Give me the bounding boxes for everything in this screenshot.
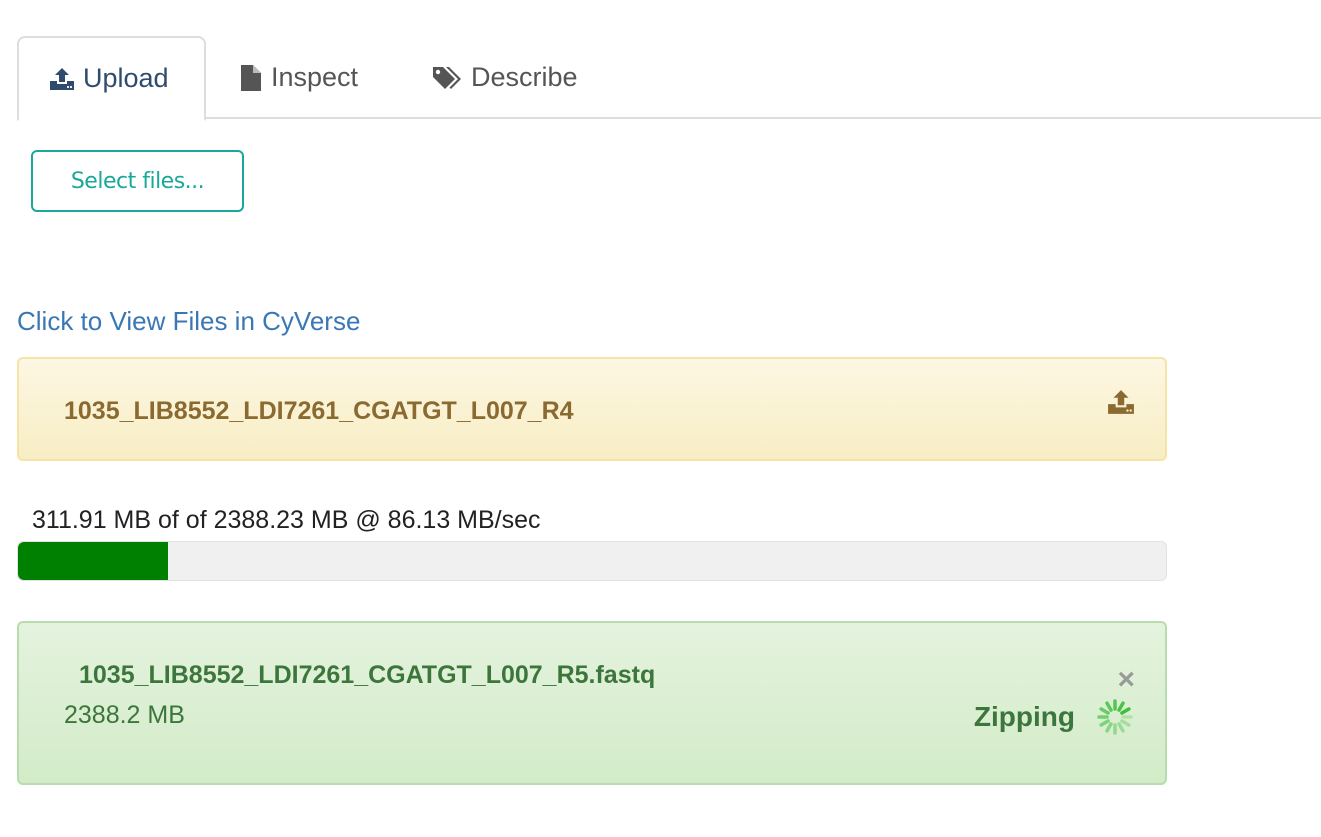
upload-item-panel: 1035_LIB8552_LDI7261_CGATGT_L007_R4	[17, 357, 1167, 461]
spinner-icon	[1095, 697, 1135, 742]
tab-upload-label: Upload	[83, 63, 169, 93]
completed-item-panel: 1035_LIB8552_LDI7261_CGATGT_L007_R5.fast…	[17, 621, 1167, 785]
completed-item-size: 2388.2 MB	[64, 701, 185, 729]
close-icon[interactable]: ×	[1117, 665, 1135, 695]
tab-upload[interactable]: Upload	[17, 36, 206, 121]
upload-icon	[49, 67, 75, 91]
tab-inspect[interactable]: Inspect	[239, 36, 358, 119]
tab-describe-label: Describe	[471, 62, 578, 92]
upload-icon	[1107, 390, 1135, 419]
upload-progress-bar	[17, 541, 1167, 581]
completed-item-filename: 1035_LIB8552_LDI7261_CGATGT_L007_R5.fast…	[79, 661, 656, 689]
upload-item-upload-button[interactable]	[1107, 389, 1135, 420]
select-files-button[interactable]: Select files...	[31, 150, 244, 212]
upload-item-filename: 1035_LIB8552_LDI7261_CGATGT_L007_R4	[64, 397, 574, 425]
tab-bar: Upload Inspect Describe	[17, 36, 1321, 121]
upload-progress-fill	[18, 542, 168, 580]
tags-icon	[431, 65, 463, 91]
view-files-link[interactable]: Click to View Files in CyVerse	[17, 306, 360, 337]
completed-item-status: Zipping	[973, 701, 1075, 732]
progress-status-text: 311.91 MB of of 2388.23 MB @ 86.13 MB/se…	[32, 506, 541, 534]
tab-describe[interactable]: Describe	[431, 36, 578, 119]
file-icon	[239, 64, 263, 92]
tab-inspect-label: Inspect	[271, 62, 359, 92]
